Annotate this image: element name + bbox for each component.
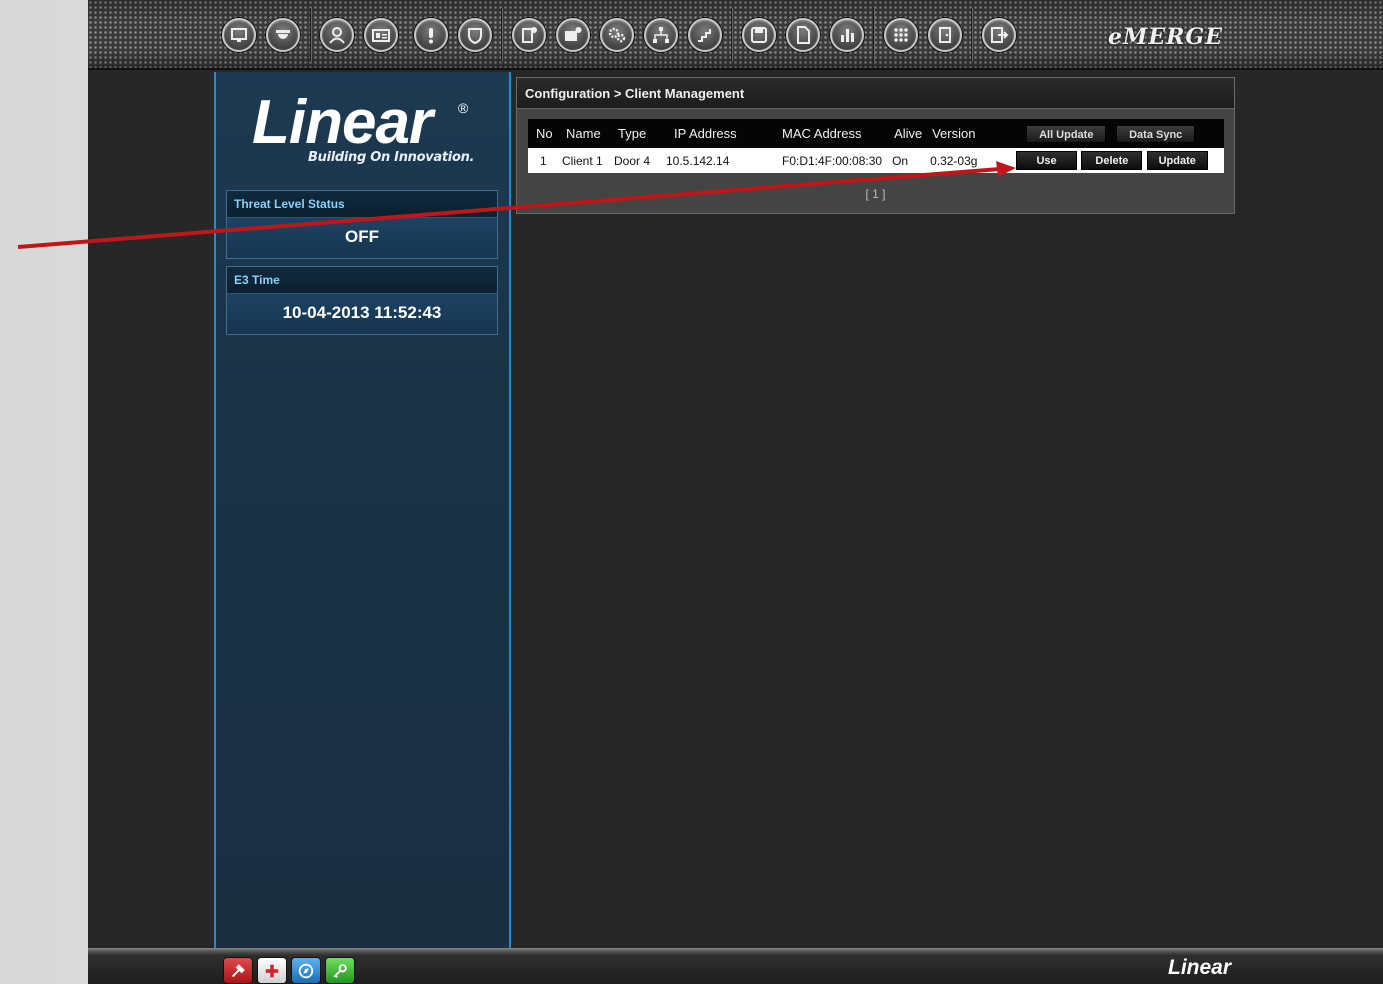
top-toolbar: eMERGE: [88, 0, 1383, 70]
cell-type: Door 4: [610, 148, 666, 173]
client-table: No Name Type IP Address MAC Address Aliv…: [528, 119, 1224, 173]
person-icon[interactable]: [320, 18, 354, 52]
footer-linear-logo: Linear: [1168, 956, 1232, 979]
first-aid-icon[interactable]: [257, 957, 287, 984]
cell-alive: On: [882, 148, 929, 173]
column-header-name: Name: [558, 119, 610, 148]
e3-time-title: E3 Time: [227, 267, 497, 294]
gears-icon[interactable]: [600, 18, 634, 52]
door-icon[interactable]: [928, 18, 962, 52]
e3-time-panel: E3 Time 10-04-2013 11:52:43: [226, 266, 498, 335]
e3-time-value: 10-04-2013 11:52:43: [227, 294, 497, 334]
table-header-row: No Name Type IP Address MAC Address Aliv…: [528, 119, 1224, 148]
tools-icon[interactable]: [223, 957, 253, 984]
emerge-brand-logo: eMERGE: [1108, 24, 1223, 50]
pagination-link[interactable]: [ 1 ]: [517, 187, 1234, 201]
footer-bar: Linear: [88, 948, 1383, 984]
alert-icon[interactable]: [414, 18, 448, 52]
keypad-icon[interactable]: [884, 18, 918, 52]
cell-version: 0.32-03g: [928, 148, 1017, 173]
delete-button[interactable]: Delete: [1081, 151, 1143, 170]
stairs-icon[interactable]: [688, 18, 722, 52]
column-header-alive: Alive: [882, 119, 929, 148]
registered-mark: ®: [458, 100, 469, 116]
client-management-panel: Configuration > Client Management No Nam…: [516, 77, 1235, 214]
column-header-version: Version: [928, 119, 1017, 148]
threat-level-panel: Threat Level Status OFF: [226, 190, 498, 259]
camera-icon[interactable]: [266, 18, 300, 52]
exit-icon[interactable]: [982, 18, 1016, 52]
id-card-icon[interactable]: [364, 18, 398, 52]
cell-ip-address: 10.5.142.14: [666, 148, 766, 173]
threat-level-value: OFF: [227, 218, 497, 258]
column-header-type: Type: [610, 119, 666, 148]
update-button[interactable]: Update: [1146, 151, 1208, 170]
column-header-no: No: [528, 119, 558, 148]
network-icon[interactable]: [644, 18, 678, 52]
use-button[interactable]: Use: [1016, 151, 1078, 170]
logo-wordmark: Linear: [252, 88, 433, 157]
column-header-ip-address: IP Address: [666, 119, 766, 148]
column-header-mac-address: MAC Address: [766, 119, 883, 148]
compass-icon[interactable]: [291, 957, 321, 984]
emerge-app-window: eMERGE Linear ® Building On Innovation. …: [88, 0, 1383, 984]
document-icon[interactable]: [786, 18, 820, 52]
breadcrumb: Configuration > Client Management: [517, 78, 1234, 109]
bar-chart-icon[interactable]: [830, 18, 864, 52]
camera-settings-icon[interactable]: [556, 18, 590, 52]
table-row: 1 Client 1 Door 4 10.5.142.14 F0:D1:4F:0…: [528, 148, 1224, 173]
linear-logo: Linear ® Building On Innovation.: [252, 88, 482, 178]
monitor-icon[interactable]: [222, 18, 256, 52]
data-sync-button[interactable]: Data Sync: [1116, 124, 1196, 143]
door-settings-icon[interactable]: [512, 18, 546, 52]
logo-tagline: Building On Innovation.: [308, 150, 475, 165]
cell-name: Client 1: [558, 148, 610, 173]
cell-no: 1: [528, 148, 558, 173]
key-icon[interactable]: [325, 957, 355, 984]
cell-mac-address: F0:D1:4F:00:08:30: [766, 148, 883, 173]
threat-level-title: Threat Level Status: [227, 191, 497, 218]
cell-actions: Use Delete Update: [1016, 148, 1224, 173]
save-icon[interactable]: [742, 18, 776, 52]
shield-icon[interactable]: [458, 18, 492, 52]
all-update-button[interactable]: All Update: [1026, 124, 1107, 143]
header-actions: All Update Data Sync: [1016, 119, 1224, 148]
left-sidebar: Linear ® Building On Innovation. Threat …: [214, 72, 511, 948]
